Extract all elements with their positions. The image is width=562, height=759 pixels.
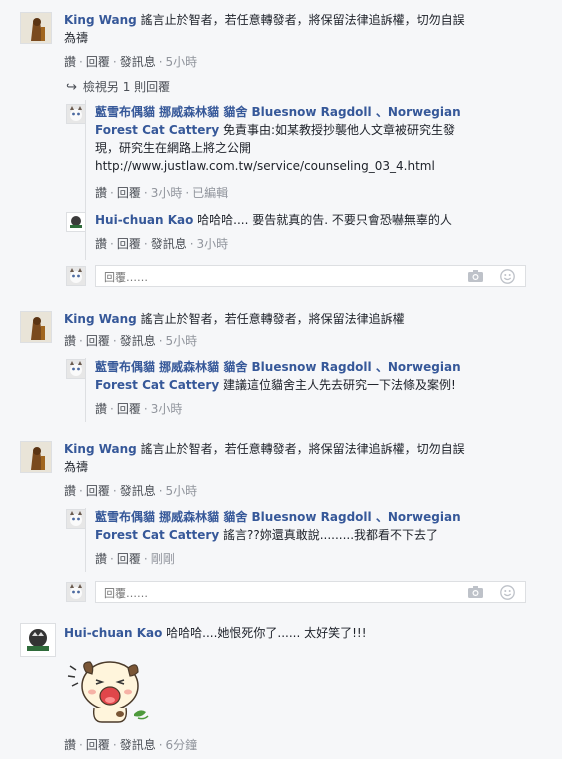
message-link[interactable]: 發訊息: [120, 738, 156, 752]
timestamp[interactable]: 5小時: [166, 334, 198, 348]
view-more-replies[interactable]: ↪ 檢視另 1 則回覆: [66, 79, 170, 96]
like-link[interactable]: 讚: [95, 402, 107, 416]
camera-icon[interactable]: [468, 586, 483, 598]
reply-divider: [85, 100, 86, 260]
reply-link[interactable]: 回覆: [117, 552, 141, 566]
reply-composer[interactable]: [95, 581, 526, 603]
avatar-king-wang[interactable]: [20, 12, 52, 44]
avatar-king-wang[interactable]: [20, 441, 52, 473]
like-link[interactable]: 讚: [95, 237, 107, 251]
timestamp[interactable]: 6分鐘: [166, 738, 198, 752]
timestamp[interactable]: 5小時: [166, 484, 198, 498]
reply-input[interactable]: [102, 584, 446, 602]
emoji-icon[interactable]: [500, 269, 515, 284]
reply-link[interactable]: 回覆: [86, 55, 110, 69]
comment-body: Hui-chuan Kao 哈哈哈....她恨死你了...... 太好笑了!!!: [64, 624, 534, 642]
reply-actions: 讚 · 回覆 · 剛剛: [95, 552, 175, 566]
comment-actions: 讚 · 回覆 · 發訊息 · 5小時: [64, 484, 198, 498]
reply-link[interactable]: 回覆: [117, 237, 141, 251]
author-name-cont[interactable]: Forest Cat Cattery: [95, 378, 219, 392]
reply-link[interactable]: 回覆: [86, 334, 110, 348]
like-link[interactable]: 讚: [64, 55, 76, 69]
comment-text-cont: 為禱: [64, 31, 89, 45]
comment-body: King Wang 謠言止於智者，若任意轉發者，將保留法律追訴權，切勿自誤 為禱: [64, 440, 534, 476]
message-link[interactable]: 發訊息: [120, 484, 156, 498]
message-link[interactable]: 發訊息: [151, 237, 187, 251]
like-link[interactable]: 讚: [95, 186, 107, 200]
timestamp[interactable]: 3小時: [151, 402, 183, 416]
reply-body: 藍雪布偶貓 挪威森林貓 貓舍 Bluesnow Ragdoll 、Norwegi…: [95, 358, 535, 394]
like-link[interactable]: 讚: [95, 552, 107, 566]
reply-actions: 讚 · 回覆 · 發訊息 · 3小時: [95, 237, 229, 251]
comment-text: 謠言止於智者，若任意轉發者，將保留法律追訴權: [136, 312, 405, 326]
author-name-cont[interactable]: Forest Cat Cattery: [95, 528, 219, 542]
reply-text: 免責事由:如某教授抄襲他人文章被研究生發: [219, 123, 456, 137]
comment-actions: 讚 · 回覆 · 發訊息 · 5小時: [64, 55, 198, 69]
message-link[interactable]: 發訊息: [120, 55, 156, 69]
reply-body: 藍雪布偶貓 挪威森林貓 貓舍 Bluesnow Ragdoll 、Norwegi…: [95, 508, 535, 544]
emoji-icon[interactable]: [500, 585, 515, 600]
comment-text: 謠言止於智者，若任意轉發者，將保留法律追訴權，切勿自誤: [136, 13, 465, 27]
comment-text: 謠言止於智者，若任意轉發者，將保留法律追訴權，切勿自誤: [136, 442, 465, 456]
reply-link[interactable]: 回覆: [117, 186, 141, 200]
author-name[interactable]: King Wang: [64, 442, 137, 456]
reply-link[interactable]: 回覆: [86, 738, 110, 752]
avatar-cattery[interactable]: [66, 359, 86, 379]
comment-text: 哈哈哈....她恨死你了...... 太好笑了!!!: [162, 626, 367, 640]
author-name[interactable]: King Wang: [64, 312, 137, 326]
author-name[interactable]: 藍雪布偶貓 挪威森林貓 貓舍 Bluesnow Ragdoll 、Norwegi…: [95, 360, 461, 374]
avatar-current-user[interactable]: [66, 266, 86, 286]
reply-actions: 讚 · 回覆 · 3小時: [95, 402, 183, 416]
author-name-cont[interactable]: Forest Cat Cattery: [95, 123, 219, 137]
reply-link[interactable]: 回覆: [86, 484, 110, 498]
comment-body: King Wang 謠言止於智者，若任意轉發者，將保留法律追訴權: [64, 310, 534, 328]
timestamp[interactable]: 3小時: [197, 237, 229, 251]
reply-actions: 讚 · 回覆 · 3小時 · 已編輯: [95, 186, 229, 200]
avatar-cattery[interactable]: [66, 104, 86, 124]
author-name[interactable]: Hui-chuan Kao: [64, 626, 162, 640]
comment-text-cont: 為禱: [64, 460, 89, 474]
reply-text-cont: 現，研究生在網路上將之公開: [95, 141, 252, 155]
author-name[interactable]: King Wang: [64, 13, 137, 27]
like-link[interactable]: 讚: [64, 484, 76, 498]
camera-icon[interactable]: [468, 270, 483, 282]
reply-url-link[interactable]: http://www.justlaw.com.tw/service/counse…: [95, 159, 435, 173]
author-name[interactable]: Hui-chuan Kao: [95, 213, 193, 227]
message-link[interactable]: 發訊息: [120, 334, 156, 348]
laughing-dog-sticker[interactable]: [64, 648, 152, 728]
timestamp[interactable]: 剛剛: [151, 552, 175, 566]
comment-body: King Wang 謠言止於智者，若任意轉發者，將保留法律追訴權，切勿自誤 為禱: [64, 11, 534, 47]
like-link[interactable]: 讚: [64, 738, 76, 752]
edited-label[interactable]: 已編輯: [192, 186, 228, 200]
avatar-current-user[interactable]: [66, 582, 86, 602]
reply-arrow-icon: ↪: [66, 80, 77, 95]
reply-text: 哈哈哈.... 要告就真的告. 不要只會恐嚇無辜的人: [193, 213, 452, 227]
author-name[interactable]: 藍雪布偶貓 挪威森林貓 貓舍 Bluesnow Ragdoll 、Norwegi…: [95, 105, 461, 119]
avatar-hui-chuan-kao[interactable]: [66, 212, 86, 232]
reply-link[interactable]: 回覆: [117, 402, 141, 416]
author-name[interactable]: 藍雪布偶貓 挪威森林貓 貓舍 Bluesnow Ragdoll 、Norwegi…: [95, 510, 461, 524]
reply-body: Hui-chuan Kao 哈哈哈.... 要告就真的告. 不要只會恐嚇無辜的人: [95, 211, 535, 229]
avatar-cattery[interactable]: [66, 509, 86, 529]
avatar-king-wang[interactable]: [20, 311, 52, 343]
reply-text: 建議這位貓舍主人先去研究一下法條及案例!: [219, 378, 456, 392]
reply-input[interactable]: [102, 268, 446, 286]
comment-actions: 讚 · 回覆 · 發訊息 · 6分鐘: [64, 738, 198, 752]
reply-composer[interactable]: [95, 265, 526, 287]
reply-text: 謠言??妳還真敢說.........我都看不下去了: [219, 528, 439, 542]
avatar-hui-chuan-kao[interactable]: [20, 623, 56, 657]
like-link[interactable]: 讚: [64, 334, 76, 348]
reply-body: 藍雪布偶貓 挪威森林貓 貓舍 Bluesnow Ragdoll 、Norwegi…: [95, 103, 535, 175]
timestamp[interactable]: 3小時: [151, 186, 183, 200]
timestamp[interactable]: 5小時: [166, 55, 198, 69]
comment-actions: 讚 · 回覆 · 發訊息 · 5小時: [64, 334, 198, 348]
